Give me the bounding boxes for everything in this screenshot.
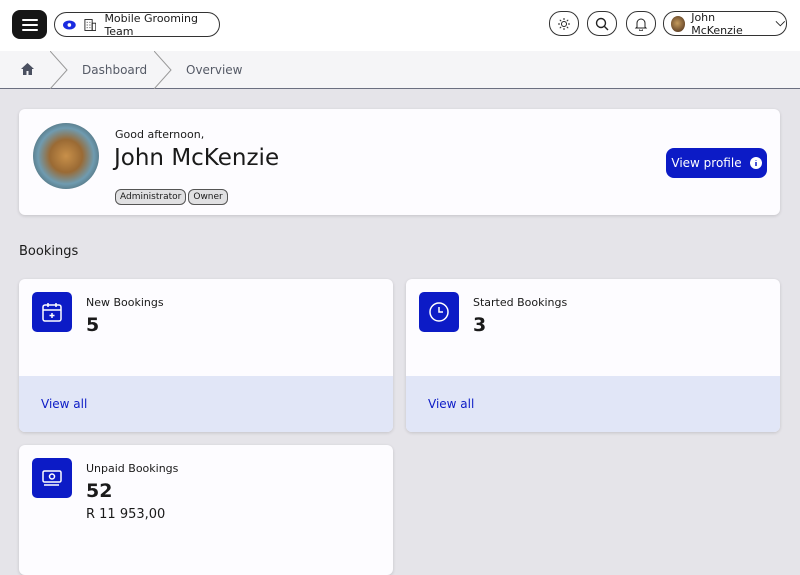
breadcrumb-separator bbox=[154, 51, 174, 89]
top-bar: Mobile Grooming Team John McKenzie bbox=[0, 0, 800, 51]
view-all-link[interactable]: View all bbox=[41, 397, 87, 411]
unpaid-amount: R 11 953,00 bbox=[86, 507, 165, 522]
started-bookings-card: Started Bookings 3 View all bbox=[406, 279, 780, 432]
eye-icon bbox=[63, 20, 76, 30]
team-selector[interactable]: Mobile Grooming Team bbox=[54, 12, 220, 37]
search-icon bbox=[595, 17, 609, 31]
notifications-button[interactable] bbox=[626, 11, 656, 36]
card-value: 52 bbox=[86, 480, 112, 502]
avatar bbox=[671, 16, 685, 32]
card-value: 5 bbox=[86, 314, 99, 336]
card-label: Unpaid Bookings bbox=[86, 462, 178, 475]
breadcrumb: Dashboard Overview bbox=[0, 51, 800, 89]
menu-button[interactable] bbox=[12, 10, 47, 39]
chevron-down-icon bbox=[775, 20, 786, 28]
role-badge: Owner bbox=[188, 189, 227, 205]
cash-icon bbox=[32, 458, 72, 498]
card-label: New Bookings bbox=[86, 296, 164, 309]
card-value: 3 bbox=[473, 314, 486, 336]
profile-avatar bbox=[33, 123, 99, 189]
bell-icon bbox=[634, 17, 648, 31]
sun-icon bbox=[557, 17, 571, 31]
unpaid-bookings-card: Unpaid Bookings 52 R 11 953,00 bbox=[19, 445, 393, 575]
breadcrumb-separator bbox=[50, 51, 70, 89]
breadcrumb-dashboard[interactable]: Dashboard bbox=[82, 63, 147, 77]
calendar-plus-icon bbox=[32, 292, 72, 332]
home-icon[interactable] bbox=[20, 62, 35, 76]
theme-toggle-button[interactable] bbox=[549, 11, 579, 36]
building-icon bbox=[84, 18, 97, 32]
card-label: Started Bookings bbox=[473, 296, 567, 309]
clock-icon bbox=[419, 292, 459, 332]
breadcrumb-overview: Overview bbox=[186, 63, 243, 77]
profile-card: Good afternoon, John McKenzie Administra… bbox=[19, 109, 780, 215]
search-button[interactable] bbox=[587, 11, 617, 36]
role-badge: Administrator bbox=[115, 189, 186, 205]
view-profile-label: View profile bbox=[671, 156, 741, 170]
new-bookings-card: New Bookings 5 View all bbox=[19, 279, 393, 432]
team-name: Mobile Grooming Team bbox=[104, 12, 219, 38]
greeting: Good afternoon, bbox=[115, 128, 204, 141]
bookings-heading: Bookings bbox=[19, 244, 78, 259]
view-profile-button[interactable]: View profile bbox=[666, 148, 767, 178]
user-name: John McKenzie bbox=[691, 11, 761, 37]
profile-name: John McKenzie bbox=[114, 145, 279, 171]
view-all-link[interactable]: View all bbox=[428, 397, 474, 411]
info-icon bbox=[750, 157, 762, 169]
user-menu[interactable]: John McKenzie bbox=[663, 11, 787, 36]
